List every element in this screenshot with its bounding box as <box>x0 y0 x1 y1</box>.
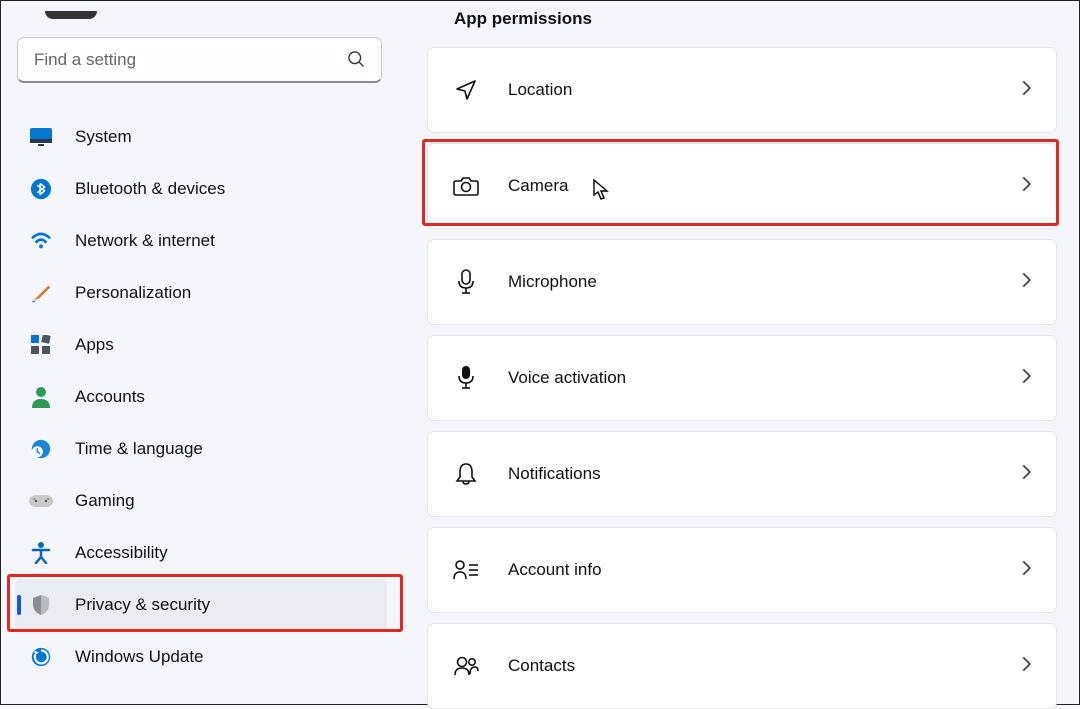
sidebar-item-label: Personalization <box>75 283 191 303</box>
chevron-right-icon <box>1021 559 1032 582</box>
card-label: Microphone <box>508 272 597 292</box>
accessibility-icon <box>29 541 53 565</box>
voice-activation-icon <box>452 364 480 392</box>
nav-list: System Bluetooth & devices Network & int… <box>15 111 387 683</box>
chevron-right-icon <box>1021 79 1032 102</box>
bell-icon <box>452 460 480 488</box>
sidebar-item-label: Bluetooth & devices <box>75 179 225 199</box>
card-label: Account info <box>508 560 602 580</box>
update-icon <box>29 645 53 669</box>
chevron-right-icon <box>1021 367 1032 390</box>
permission-card-location[interactable]: Location <box>427 47 1057 133</box>
permission-card-voice-activation[interactable]: Voice activation <box>427 335 1057 421</box>
microphone-icon <box>452 268 480 296</box>
wifi-icon <box>29 229 53 253</box>
shield-icon <box>29 593 53 617</box>
sidebar-item-system[interactable]: System <box>15 111 387 163</box>
sidebar-item-personalization[interactable]: Personalization <box>15 267 387 319</box>
sidebar-item-time-language[interactable]: Time & language <box>15 423 387 475</box>
card-label: Contacts <box>508 656 575 676</box>
account-info-icon <box>452 556 480 584</box>
clock-globe-icon <box>29 437 53 461</box>
sidebar-item-label: Gaming <box>75 491 135 511</box>
sidebar-item-network[interactable]: Network & internet <box>15 215 387 267</box>
location-icon <box>452 76 480 104</box>
chevron-right-icon <box>1021 655 1032 678</box>
sidebar-item-label: System <box>75 127 132 147</box>
sidebar-item-apps[interactable]: Apps <box>15 319 387 371</box>
section-title: App permissions <box>454 9 1057 29</box>
bluetooth-icon <box>29 177 53 201</box>
permission-card-contacts[interactable]: Contacts <box>427 623 1057 709</box>
search-icon <box>346 49 366 74</box>
person-icon <box>29 385 53 409</box>
sidebar-item-accessibility[interactable]: Accessibility <box>15 527 387 579</box>
sidebar-item-windows-update[interactable]: Windows Update <box>15 631 387 683</box>
card-label: Camera <box>508 176 568 196</box>
chevron-right-icon <box>1021 175 1032 198</box>
display-icon <box>29 125 53 149</box>
card-label: Location <box>508 80 572 100</box>
apps-icon <box>29 333 53 357</box>
sidebar-item-privacy-security[interactable]: Privacy & security <box>15 579 387 631</box>
sidebar-item-bluetooth[interactable]: Bluetooth & devices <box>15 163 387 215</box>
chevron-right-icon <box>1021 463 1032 486</box>
sidebar-item-label: Apps <box>75 335 114 355</box>
card-label: Notifications <box>508 464 601 484</box>
contacts-icon <box>452 652 480 680</box>
permission-card-camera[interactable]: Camera <box>427 143 1057 229</box>
paintbrush-icon <box>29 281 53 305</box>
camera-icon <box>452 172 480 200</box>
sidebar-item-label: Privacy & security <box>75 595 210 615</box>
sidebar-item-label: Accounts <box>75 387 145 407</box>
permission-card-account-info[interactable]: Account info <box>427 527 1057 613</box>
sidebar-item-gaming[interactable]: Gaming <box>15 475 387 527</box>
avatar <box>45 11 97 19</box>
sidebar-item-label: Time & language <box>75 439 203 459</box>
sidebar-item-label: Accessibility <box>75 543 168 563</box>
sidebar-item-label: Windows Update <box>75 647 204 667</box>
main-content: App permissions Location Camera <box>401 1 1079 704</box>
permission-card-microphone[interactable]: Microphone <box>427 239 1057 325</box>
search-input[interactable] <box>17 37 382 83</box>
sidebar-item-accounts[interactable]: Accounts <box>15 371 387 423</box>
chevron-right-icon <box>1021 271 1032 294</box>
sidebar-item-label: Network & internet <box>75 231 215 251</box>
permission-cards: Location Camera Microphone <box>427 47 1057 709</box>
search-field-wrap <box>17 37 382 83</box>
card-label: Voice activation <box>508 368 626 388</box>
sidebar: System Bluetooth & devices Network & int… <box>1 1 401 704</box>
gamepad-icon <box>29 489 53 513</box>
permission-card-notifications[interactable]: Notifications <box>427 431 1057 517</box>
